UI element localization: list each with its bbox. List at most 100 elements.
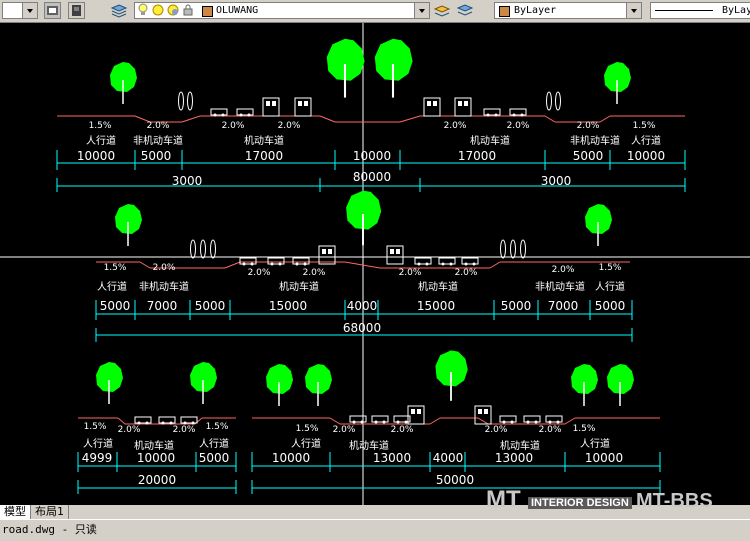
- tab-model[interactable]: 模型: [0, 505, 31, 519]
- lane-label: 人行道: [595, 280, 625, 293]
- slope-label: 2.0%: [118, 425, 141, 435]
- tree-icon: [325, 37, 366, 99]
- lane-label: 非机动车道: [139, 280, 189, 293]
- lock-icon[interactable]: [167, 3, 179, 17]
- layer-states-icon[interactable]: [44, 2, 61, 19]
- make-current-icon[interactable]: [432, 2, 452, 19]
- cypress-icon: [210, 239, 216, 259]
- tree-icon: [304, 363, 333, 407]
- lane-label: 机动车道: [279, 280, 319, 293]
- cypress-icon: [187, 91, 193, 111]
- dimension-value: 15000: [417, 299, 455, 313]
- ground-line: [429, 417, 441, 425]
- ground-line: [181, 115, 201, 123]
- cypress-icon: [190, 239, 196, 259]
- slope-label: 2.0%: [444, 121, 467, 131]
- dimension-value: 5000: [195, 299, 226, 313]
- drawing-canvas[interactable]: 1.5% 2.0% 2.0% 2.0% 2.0% 2.0% 2.0% 1.5%人行道 非机动车道…: [0, 23, 750, 505]
- car-icon: [349, 415, 367, 424]
- dimension-value: 3000: [541, 174, 572, 188]
- slope-label: 2.0%: [539, 425, 562, 435]
- dimension-value: 5000: [199, 451, 230, 465]
- ground-line: [477, 417, 489, 425]
- cypress-icon: [510, 239, 516, 259]
- dimension-value: 10000: [272, 451, 310, 465]
- car-icon: [210, 108, 228, 117]
- ground-line: [489, 261, 501, 269]
- chevron-down-icon: [414, 3, 429, 18]
- car-icon: [158, 416, 176, 425]
- slope-label: 2.0%: [153, 263, 176, 273]
- layer-previous-icon[interactable]: [455, 2, 475, 19]
- dimension-value: 5000: [141, 149, 172, 163]
- bus-icon: [423, 97, 441, 117]
- linetype-preview: [655, 10, 713, 11]
- dimension-value: 5000: [595, 299, 626, 313]
- tree-icon: [345, 189, 383, 247]
- slope-label: 2.0%: [248, 268, 271, 278]
- slope-label: 2.0%: [391, 425, 414, 435]
- lane-label: 人行道: [631, 134, 661, 147]
- layers-icon[interactable]: [68, 2, 85, 19]
- dimension-value: 15000: [269, 299, 307, 313]
- dimension-value: 4000: [347, 299, 378, 313]
- dimension-value: 17000: [245, 149, 283, 163]
- dimension-value: 10000: [627, 149, 665, 163]
- slope-label: 2.0%: [147, 121, 170, 131]
- bus-icon: [262, 97, 280, 117]
- dimension-total: 20000: [138, 473, 176, 487]
- lane-label: 人行道: [86, 134, 116, 147]
- color-dropdown[interactable]: ByLayer: [494, 2, 642, 19]
- dimension-value: 10000: [353, 149, 391, 163]
- lane-label: 机动车道: [470, 134, 510, 147]
- dimension-value: 13000: [495, 451, 533, 465]
- car-icon: [545, 415, 563, 424]
- cypress-icon: [178, 91, 184, 111]
- linetype-dropdown[interactable]: ByLay: [650, 2, 750, 19]
- car-icon: [371, 415, 389, 424]
- dimension-value: 5000: [100, 299, 131, 313]
- slope-label: 2.0%: [303, 268, 326, 278]
- tree-icon: [265, 363, 294, 407]
- dimension-total: 80000: [353, 170, 391, 184]
- tab-layout1[interactable]: 布局1: [31, 505, 69, 519]
- watermark-interior-design: INTERIOR DESIGN: [528, 497, 632, 509]
- lock-icon[interactable]: [182, 3, 194, 17]
- tree-icon: [603, 61, 632, 105]
- cypress-icon: [500, 239, 506, 259]
- dimension-total: 68000: [343, 321, 381, 335]
- dimension-value: 4000: [433, 451, 464, 465]
- watermark-mt: MT: [486, 486, 521, 513]
- workspace-dropdown[interactable]: [2, 2, 38, 19]
- toolbar: OLUWANG ByLayer ByLay: [0, 0, 750, 23]
- lane-label: 非机动车道: [570, 134, 620, 147]
- layer-manager-icon[interactable]: [110, 2, 128, 19]
- slope-label: 2.0%: [173, 425, 196, 435]
- chevron-down-icon: [626, 3, 641, 18]
- layer-name: OLUWANG: [216, 5, 259, 16]
- sun-icon[interactable]: [152, 3, 164, 17]
- lane-label: 机动车道: [244, 134, 284, 147]
- file-title: road.dwg - 只读: [2, 523, 97, 536]
- lane-label: 人行道: [291, 437, 321, 450]
- layer-dropdown[interactable]: OLUWANG: [134, 2, 430, 19]
- lightbulb-icon[interactable]: [137, 3, 149, 17]
- slope-label: 2.0%: [333, 425, 356, 435]
- ground-line: [224, 261, 241, 269]
- ground-line: [139, 261, 151, 269]
- ground-line: [399, 115, 421, 123]
- lane-label: 机动车道: [418, 280, 458, 293]
- slope-label: 2.0%: [485, 425, 508, 435]
- dimension-value: 5000: [501, 299, 532, 313]
- tree-icon: [114, 203, 143, 247]
- color-value: ByLayer: [514, 5, 557, 16]
- car-icon: [414, 257, 432, 266]
- cypress-icon: [200, 239, 206, 259]
- dimension-value: 4999: [82, 451, 113, 465]
- dimension-value: 13000: [373, 451, 411, 465]
- slope-label: 2.0%: [278, 121, 301, 131]
- ground-line: [599, 115, 611, 123]
- color-swatch-icon: [202, 6, 213, 17]
- dimension-value: 3000: [172, 174, 203, 188]
- slope-label: 2.0%: [507, 121, 530, 131]
